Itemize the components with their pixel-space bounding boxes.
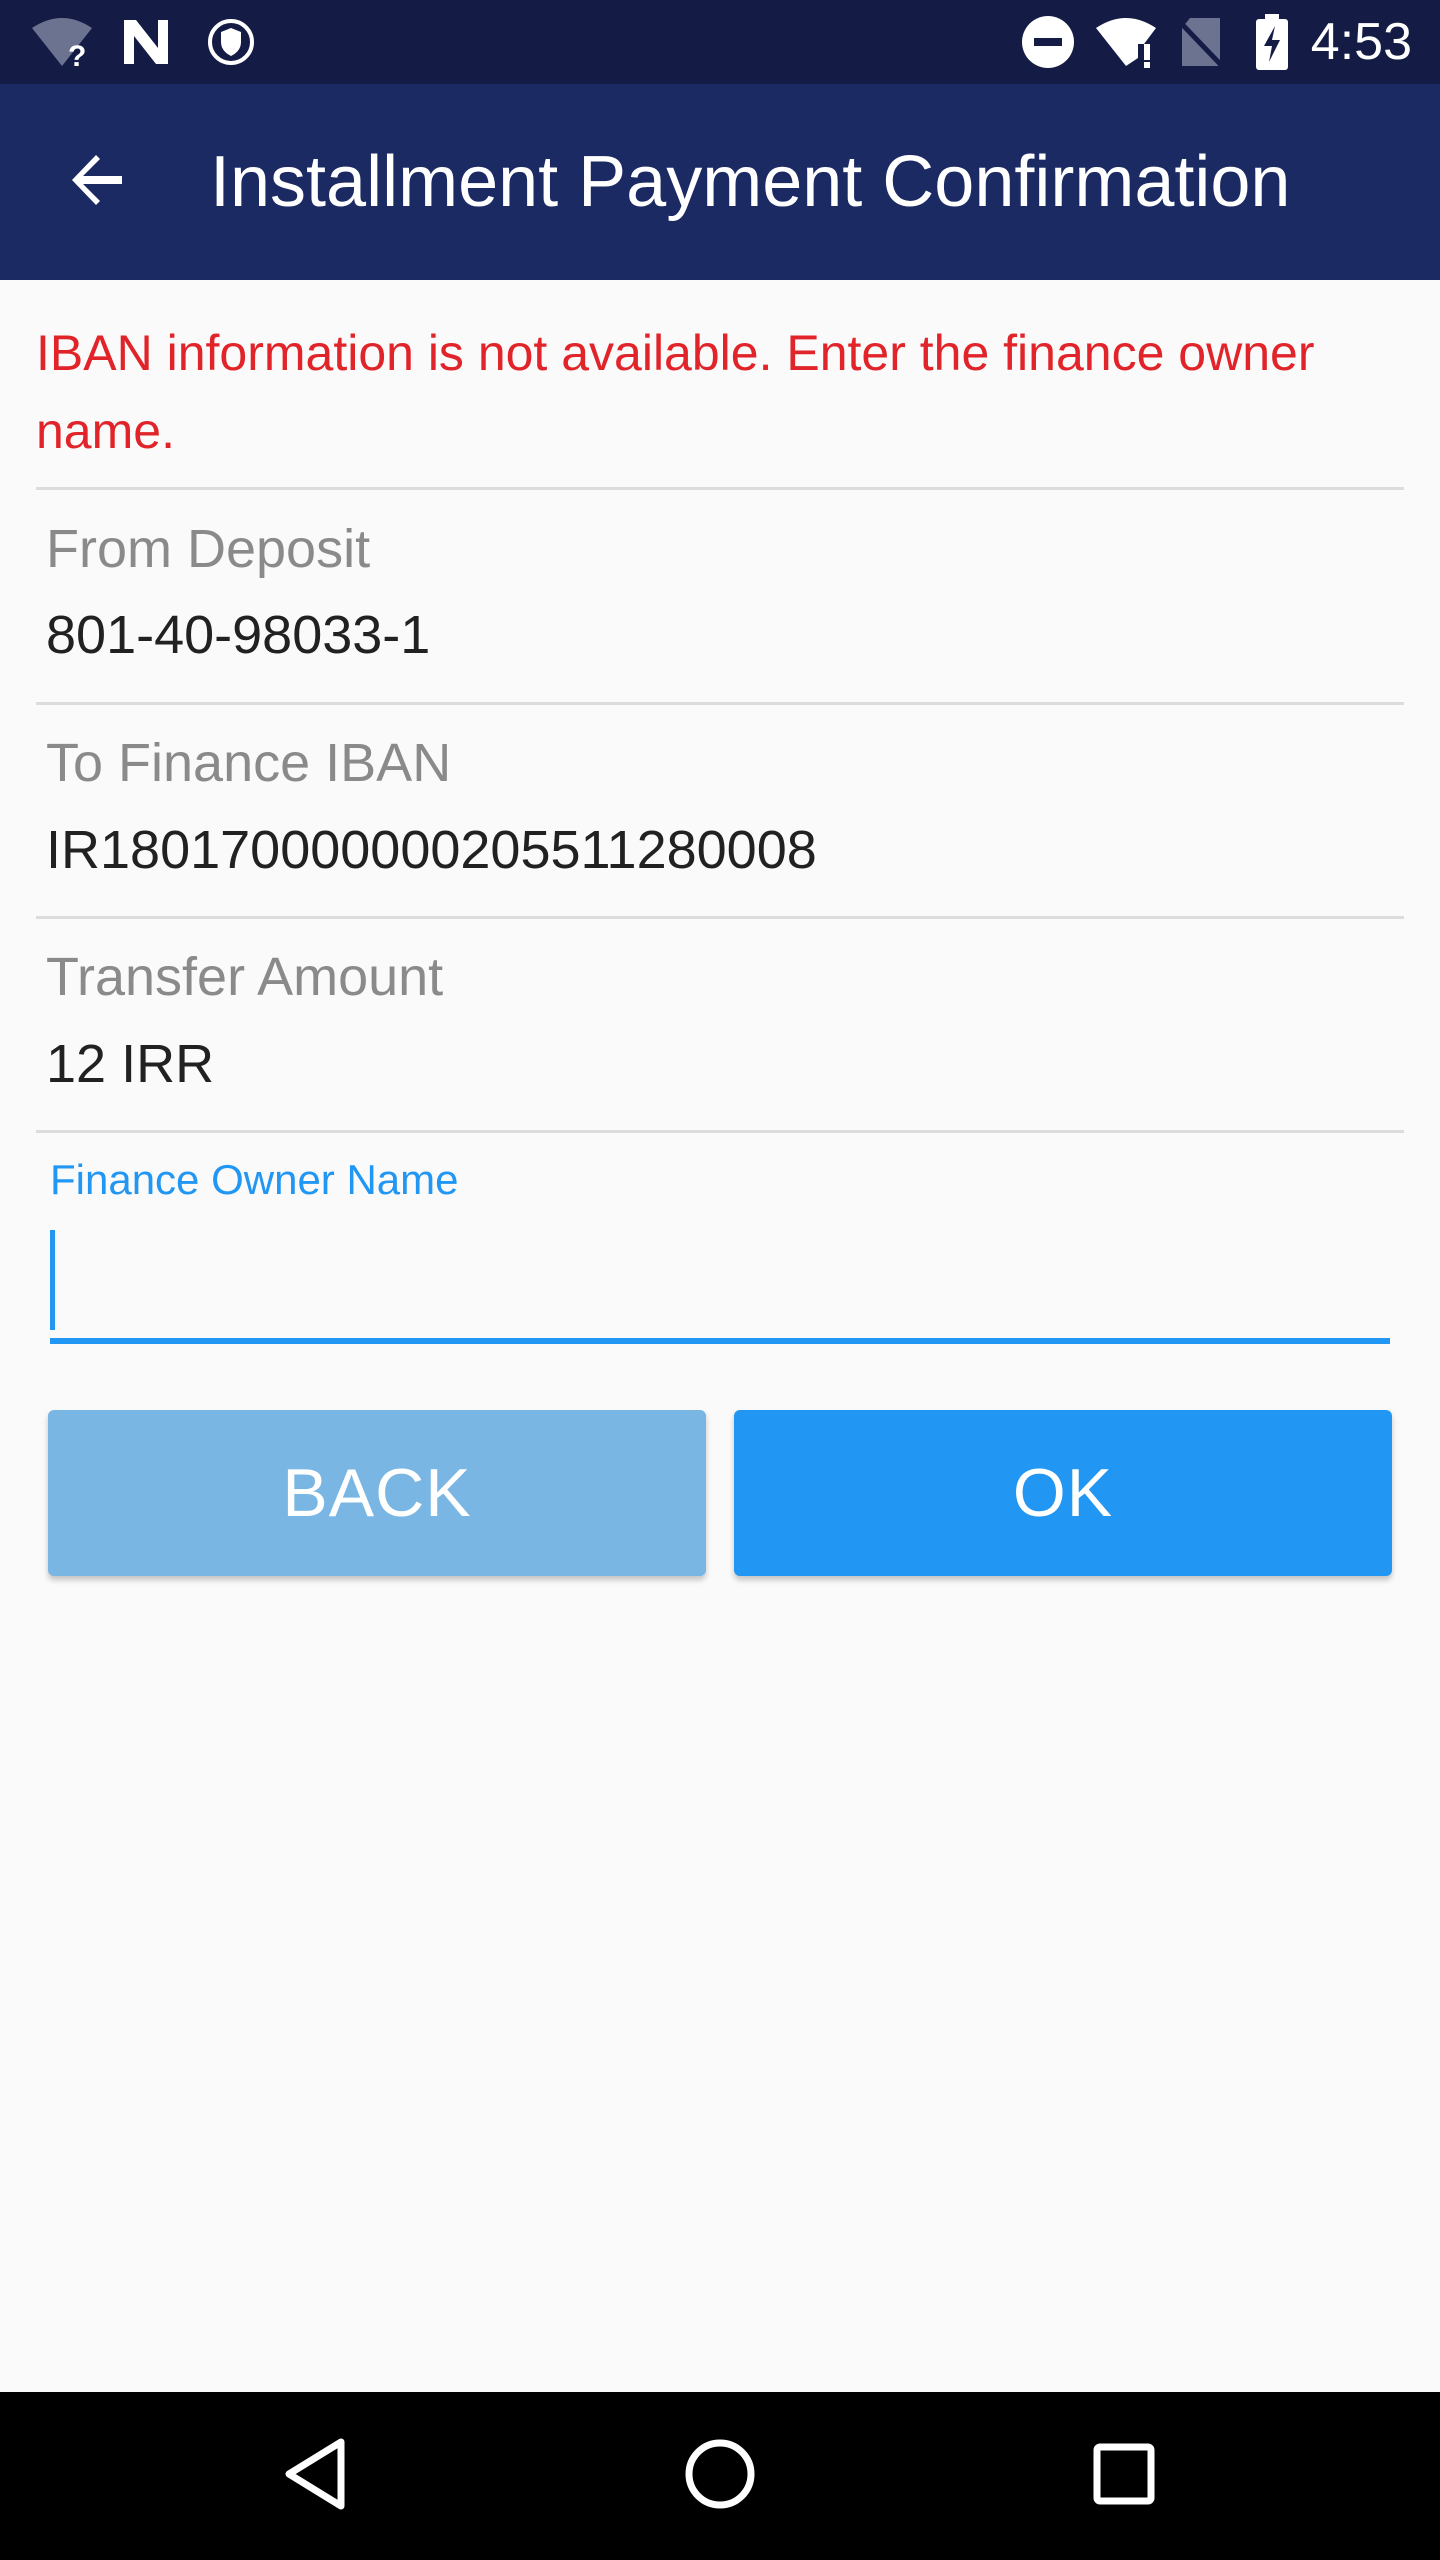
navigation-bar [0, 2392, 1440, 2560]
from-deposit-label: From Deposit [46, 519, 371, 579]
divider [36, 916, 1404, 919]
vpn-shield-icon [206, 14, 256, 70]
finance-owner-name-label: Finance Owner Name [50, 1156, 459, 1203]
from-deposit-value: 801-40-98033-1 [46, 605, 431, 665]
to-finance-iban-label: To Finance IBAN [46, 733, 452, 793]
battery-charging-icon [1252, 14, 1292, 70]
text-caret [50, 1230, 55, 1330]
nav-back-icon [281, 2436, 351, 2517]
page-title: Installment Payment Confirmation [210, 142, 1291, 222]
app-bar: Installment Payment Confirmation [0, 84, 1440, 280]
status-time: 4:53 [1310, 13, 1412, 71]
finance-owner-name-input[interactable] [50, 1222, 1390, 1344]
nav-home-button[interactable] [670, 2426, 770, 2526]
do-not-disturb-icon [1020, 14, 1076, 70]
nav-back-button[interactable] [266, 2426, 366, 2526]
divider [36, 487, 1404, 490]
transfer-amount-value: 12 IRR [46, 1034, 215, 1094]
back-button[interactable]: BACK [48, 1410, 706, 1576]
divider [36, 1130, 1404, 1133]
nav-recents-icon [1091, 2441, 1157, 2512]
n-notification-icon [118, 14, 174, 70]
divider [36, 702, 1404, 705]
svg-text:?: ? [68, 40, 86, 70]
wifi-alert-icon [1094, 14, 1158, 70]
status-bar: ? 4:53 [0, 0, 1440, 84]
to-finance-iban-value: IR180170000000205511280008 [46, 820, 817, 880]
transfer-amount-label: Transfer Amount [46, 947, 444, 1007]
error-message: IBAN information is not available. Enter… [36, 325, 1315, 459]
arrow-back-icon [66, 148, 130, 217]
wifi-unknown-icon: ? [30, 14, 94, 70]
nav-recents-button[interactable] [1074, 2426, 1174, 2526]
back-nav-button[interactable] [50, 134, 146, 230]
no-sim-icon [1176, 14, 1226, 70]
ok-button[interactable]: OK [734, 1410, 1392, 1576]
nav-home-icon [682, 2436, 758, 2517]
